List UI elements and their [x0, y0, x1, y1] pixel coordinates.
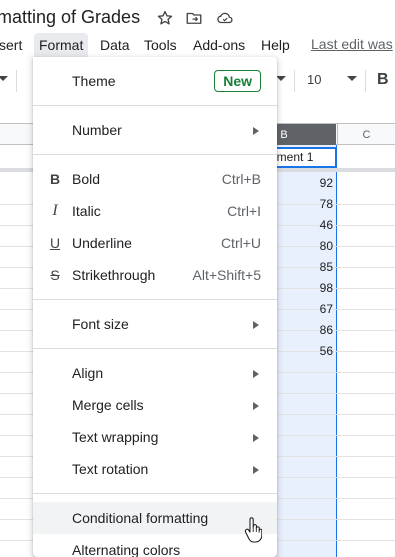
menu-item-text-rotation[interactable]: Text rotation [33, 453, 277, 485]
menu-divider [33, 493, 277, 494]
strikethrough-icon: S [50, 267, 60, 283]
menu-item-label: Text rotation [72, 461, 149, 477]
format-menu: Theme New Number B Bold Ctrl+B I Italic … [33, 57, 277, 557]
font-family-caret-icon[interactable] [276, 76, 286, 81]
menu-item-bold[interactable]: B Bold Ctrl+B [33, 163, 277, 195]
submenu-arrow-icon [253, 127, 259, 135]
cloud-status-icon[interactable] [216, 9, 234, 27]
menu-format[interactable]: Format [34, 33, 89, 57]
menu-item-label: Underline [72, 235, 132, 251]
menu-addons[interactable]: Add-ons [188, 33, 250, 57]
new-badge: New [214, 70, 261, 92]
toolbar-divider [294, 70, 295, 92]
bold-button[interactable]: B [377, 71, 389, 89]
submenu-arrow-icon [253, 434, 259, 442]
menu-item-italic[interactable]: I Italic Ctrl+I [33, 195, 277, 227]
document-title[interactable]: matting of Grades [0, 7, 140, 28]
menu-insert[interactable]: sert [0, 33, 27, 57]
menu-item-label: Strikethrough [72, 267, 156, 283]
move-to-folder-icon[interactable] [185, 9, 203, 27]
underline-icon: U [49, 235, 61, 251]
menu-divider [33, 348, 277, 349]
menu-bar: sert Format Data Tools Add-ons Help Last… [0, 33, 395, 57]
menu-item-number[interactable]: Number [33, 114, 277, 146]
menu-item-alternating-colors[interactable]: Alternating colors [33, 534, 277, 557]
bold-icon: B [49, 171, 61, 187]
menu-item-label: Alternating colors [72, 542, 181, 557]
menu-divider [33, 299, 277, 300]
column-header-c[interactable]: C [337, 124, 395, 145]
menu-data[interactable]: Data [95, 33, 135, 57]
submenu-arrow-icon [253, 402, 259, 410]
font-size-caret-icon[interactable] [347, 76, 357, 81]
menu-item-label: Bold [72, 171, 101, 187]
font-size-selector[interactable]: 10 [307, 72, 321, 87]
hand-cursor-icon [244, 517, 262, 543]
menu-divider [33, 154, 277, 155]
menu-divider [33, 105, 277, 106]
italic-icon: I [52, 202, 58, 219]
last-edit-link[interactable]: Last edit was [311, 36, 393, 52]
menu-item-label: Theme [72, 73, 116, 89]
shortcut-label: Ctrl+U [220, 235, 261, 251]
menu-tools[interactable]: Tools [139, 33, 182, 57]
star-icon[interactable] [156, 9, 174, 27]
menu-item-label: Merge cells [72, 397, 144, 413]
toolbar-divider [365, 70, 366, 92]
zoom-dropdown-caret-icon[interactable] [0, 76, 8, 81]
toolbar-divider [16, 70, 17, 92]
menu-item-label: Align [72, 365, 104, 381]
menu-item-strikethrough[interactable]: S Strikethrough Alt+Shift+5 [33, 259, 277, 291]
menu-item-align[interactable]: Align [33, 357, 277, 389]
menu-item-label: Number [72, 122, 122, 138]
menu-item-label: Italic [72, 203, 101, 219]
shortcut-label: Ctrl+I [227, 203, 261, 219]
menu-item-conditional-formatting[interactable]: Conditional formatting [33, 502, 277, 534]
submenu-arrow-icon [253, 370, 259, 378]
menu-item-font-size[interactable]: Font size [33, 308, 277, 340]
shortcut-label: Alt+Shift+5 [192, 267, 262, 283]
submenu-arrow-icon [253, 466, 259, 474]
menu-item-text-wrapping[interactable]: Text wrapping [33, 421, 277, 453]
menu-item-merge-cells[interactable]: Merge cells [33, 389, 277, 421]
menu-item-label: Conditional formatting [72, 510, 209, 526]
menu-help[interactable]: Help [256, 33, 295, 57]
shortcut-label: Ctrl+B [221, 171, 261, 187]
title-bar: matting of Grades [0, 0, 395, 34]
menu-item-underline[interactable]: U Underline Ctrl+U [33, 227, 277, 259]
menu-item-label: Text wrapping [72, 429, 159, 445]
menu-item-theme[interactable]: Theme New [33, 65, 277, 97]
menu-item-label: Font size [72, 316, 129, 332]
submenu-arrow-icon [253, 321, 259, 329]
